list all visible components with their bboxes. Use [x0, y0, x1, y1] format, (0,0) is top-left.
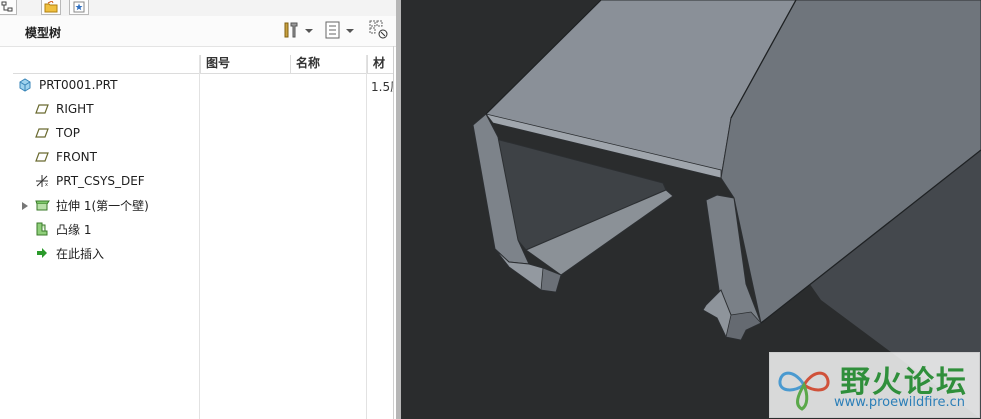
panel-header: 模型树: [0, 16, 396, 47]
tree-item-label: RIGHT: [56, 102, 94, 116]
expand-arrow-icon[interactable]: [22, 202, 28, 210]
tree-column-header: 图号 名称 材料: [13, 55, 393, 74]
tree-item-flange[interactable]: 凸缘 1: [34, 218, 91, 240]
watermark-logo: 野火论坛 www.proewildfire.cn: [769, 352, 980, 418]
column-header-material[interactable]: 材料: [367, 55, 394, 73]
model-tree-tab[interactable]: [0, 0, 17, 15]
extrude-wall-icon: [34, 197, 50, 213]
tree-item-top[interactable]: TOP: [34, 122, 80, 144]
column-divider: [366, 55, 367, 419]
part-icon: [17, 77, 33, 93]
settings-tools-icon: [282, 21, 300, 42]
tree-item-csys[interactable]: x PRT_CSYS_DEF: [34, 170, 145, 192]
coordinate-system-icon: x: [34, 173, 50, 189]
model-tree-icon: [1, 1, 13, 13]
insert-here-icon: [34, 245, 50, 261]
datum-plane-icon: [34, 149, 50, 165]
tree-item-label: PRT0001.PRT: [39, 78, 118, 92]
tree-item-label: 拉伸 1(第一个壁): [56, 198, 149, 213]
tree-filter-icon: [325, 21, 341, 42]
model-tree-panel: 模型树 图号 名称 材料 PRT0001.P: [0, 0, 396, 419]
svg-text:x: x: [45, 182, 48, 188]
tree-item-label: FRONT: [56, 150, 97, 164]
folder-icon: [44, 1, 58, 13]
tree-item-label: 凸缘 1: [56, 222, 92, 237]
show-columns-button[interactable]: [369, 20, 389, 43]
forum-logo-icon: [778, 371, 830, 411]
tree-item-label: TOP: [56, 126, 81, 140]
chevron-down-icon: [305, 29, 313, 33]
tree-root[interactable]: PRT0001.PRT: [17, 74, 117, 96]
show-columns-icon: [369, 20, 389, 43]
tree-item-insert-here[interactable]: 在此插入: [34, 242, 104, 264]
flange-icon: [34, 221, 50, 237]
folder-tab[interactable]: [41, 0, 61, 15]
tree-item-front[interactable]: FRONT: [34, 146, 97, 168]
watermark-url: www.proewildfire.cn: [834, 395, 965, 410]
column-header-name[interactable]: 名称: [290, 55, 368, 73]
panel-border: [393, 46, 394, 419]
tree-filter-button[interactable]: [325, 21, 354, 41]
column-divider: [199, 55, 200, 419]
navigator-tab-bar: [0, 0, 396, 16]
datum-plane-icon: [34, 101, 50, 117]
settings-tools-button[interactable]: [282, 21, 313, 41]
tree-item-right[interactable]: RIGHT: [34, 98, 94, 120]
tree-item-extrude[interactable]: 拉伸 1(第一个壁): [34, 194, 149, 216]
material-cell: 1.5原: [371, 80, 393, 94]
panel-title: 模型树: [25, 26, 62, 40]
column-header-drawing-no[interactable]: 图号: [200, 55, 291, 73]
tree-item-label: 在此插入: [56, 246, 105, 261]
chevron-down-icon: [346, 29, 354, 33]
datum-plane-icon: [34, 125, 50, 141]
tree-item-label: PRT_CSYS_DEF: [56, 174, 145, 188]
favorites-tab[interactable]: [69, 0, 89, 15]
graphics-viewport[interactable]: 野火论坛 www.proewildfire.cn: [401, 0, 981, 419]
favorites-icon: [73, 1, 85, 13]
